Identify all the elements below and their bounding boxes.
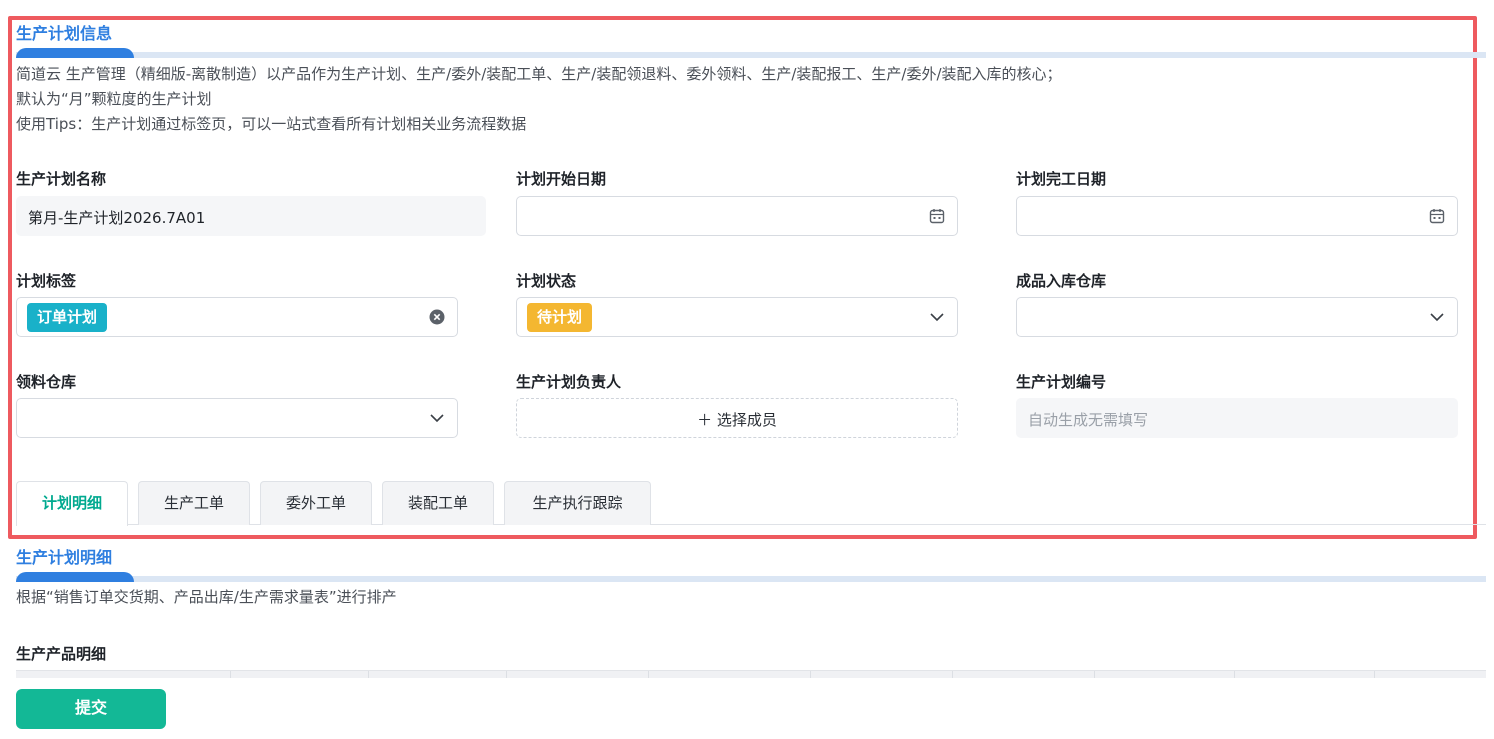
calendar-icon[interactable] xyxy=(929,208,945,224)
material-warehouse-select[interactable] xyxy=(16,398,458,438)
plan-tag-select[interactable]: 订单计划 xyxy=(16,297,458,337)
section-title-plan-info: 生产计划信息 xyxy=(16,24,113,43)
end-date-label: 计划完工日期 xyxy=(1016,170,1107,188)
owner-label: 生产计划负责人 xyxy=(516,373,622,391)
section-desc-line-2: 默认为“月”颗粒度的生产计划 xyxy=(16,90,212,108)
selection-highlight xyxy=(8,16,1477,539)
tab-outsource-order[interactable]: 委外工单 xyxy=(260,481,372,525)
plan-name-field[interactable]: 第月-生产计划2026.7A01 xyxy=(16,196,486,236)
tab-execution-tracking[interactable]: 生产执行跟踪 xyxy=(504,481,651,525)
tab-production-order[interactable]: 生产工单 xyxy=(138,481,250,525)
chevron-down-icon xyxy=(430,414,444,423)
section-divider xyxy=(16,48,1486,58)
product-detail-table-header xyxy=(16,670,1486,679)
plan-no-label: 生产计划编号 xyxy=(1016,373,1107,391)
plan-status-chip: 待计划 xyxy=(527,303,593,332)
end-date-field[interactable] xyxy=(1016,196,1458,236)
section2-desc: 根据“销售订单交货期、产品出库/生产需求量表”进行排产 xyxy=(16,588,397,606)
start-date-field[interactable] xyxy=(516,196,958,236)
section-desc-line-3: 使用Tips：生产计划通过标签页，可以一站式查看所有计划相关业务流程数据 xyxy=(16,115,527,133)
calendar-icon[interactable] xyxy=(1429,208,1445,224)
tab-plan-detail[interactable]: 计划明细 xyxy=(16,481,128,526)
material-warehouse-label: 领料仓库 xyxy=(16,373,77,391)
section-divider xyxy=(16,572,1486,582)
warehouse-in-label: 成品入库仓库 xyxy=(1016,272,1107,290)
plan-name-value: 第月-生产计划2026.7A01 xyxy=(28,209,206,227)
plan-no-placeholder: 自动生成无需填写 xyxy=(1028,411,1149,429)
select-member-button[interactable]: ＋ 选择成员 xyxy=(516,398,958,438)
plan-status-label: 计划状态 xyxy=(516,272,577,290)
submit-button[interactable]: 提交 xyxy=(16,689,166,729)
section-title-plan-detail: 生产计划明细 xyxy=(16,548,113,567)
footer-bar xyxy=(0,678,1494,739)
plan-tag-chip: 订单计划 xyxy=(27,303,108,332)
plan-tag-label: 计划标签 xyxy=(16,272,77,290)
warehouse-in-select[interactable] xyxy=(1016,297,1458,337)
select-member-label: ＋ 选择成员 xyxy=(697,411,777,429)
start-date-label: 计划开始日期 xyxy=(516,170,607,188)
plan-no-field: 自动生成无需填写 xyxy=(1016,398,1458,438)
chevron-down-icon xyxy=(1430,313,1444,322)
plan-status-select[interactable]: 待计划 xyxy=(516,297,958,337)
tab-assembly-order[interactable]: 装配工单 xyxy=(382,481,494,525)
subtable-label: 生产产品明细 xyxy=(16,645,107,663)
plan-name-label: 生产计划名称 xyxy=(16,170,107,188)
clear-icon[interactable] xyxy=(429,309,445,325)
chevron-down-icon xyxy=(930,313,944,322)
section-desc-line-1: 简道云 生产管理（精细版-离散制造）以产品作为生产计划、生产/委外/装配工单、生… xyxy=(16,65,1062,83)
